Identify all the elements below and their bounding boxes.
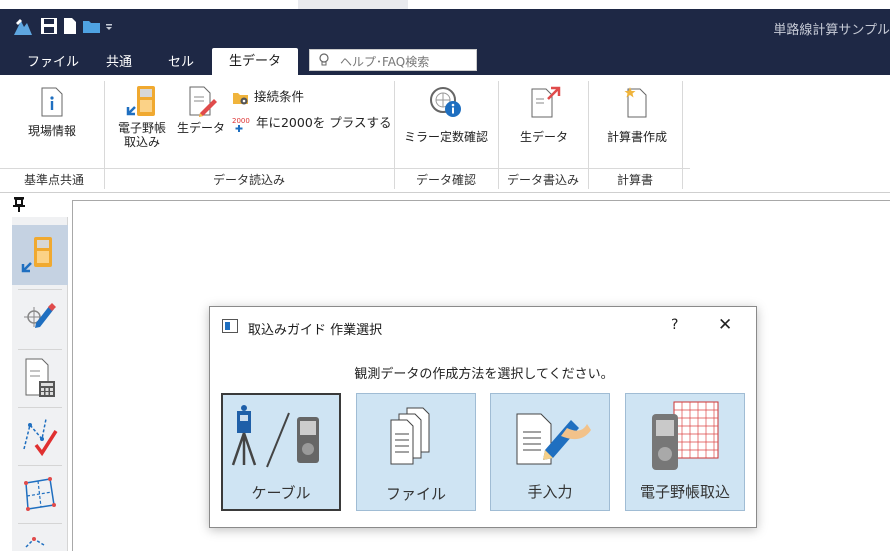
option-file-button[interactable]: ファイル — [356, 393, 476, 511]
open-folder-icon[interactable] — [82, 17, 102, 37]
dialog-message: 観測データの作成方法を選択してください。 — [354, 367, 614, 382]
mirror-constant-check-label: ミラー定数確認 — [403, 130, 488, 144]
dialog-title: 取込みガイド 作業選択 — [248, 323, 383, 338]
lightbulb-icon — [319, 53, 329, 66]
pin-icon[interactable] — [12, 196, 26, 212]
calculator-document-icon — [25, 358, 55, 397]
files-icon — [390, 407, 430, 465]
field-book-import-icon — [126, 86, 155, 116]
info-document-icon — [41, 87, 63, 117]
partial-tool-icon — [25, 537, 45, 548]
option-manual-input-button[interactable]: 手入力 — [490, 393, 610, 511]
title-bar: 単路線計算サンプル — [0, 9, 890, 45]
raw-data-write-label: 生データ — [519, 130, 568, 144]
ribbon: 現場情報 電子野帳 取込み 生データ 接続条件 2000 年に2000を プラス… — [0, 75, 890, 193]
year-plus-icon: 2000 — [232, 117, 250, 132]
tool-check-traverse[interactable] — [12, 409, 68, 469]
tool-separator — [18, 407, 62, 408]
export-document-icon — [531, 86, 561, 118]
create-report-label: 計算書作成 — [606, 130, 667, 144]
option-field-book-import-label: 電子野帳取込 — [639, 483, 730, 501]
field-book-import-button[interactable]: 電子野帳 取込み — [110, 85, 174, 149]
field-book-import-label-2: 取込み — [123, 135, 160, 149]
connection-settings-button[interactable]: 接続条件 — [232, 86, 304, 106]
menu-file[interactable]: ファイル — [27, 51, 79, 70]
target-pencil-icon — [24, 303, 56, 328]
menu-common[interactable]: 共通 — [106, 51, 132, 70]
customize-qa-icon[interactable] — [104, 17, 116, 37]
tool-grid-network[interactable] — [12, 467, 68, 527]
add-2000-label: 年に2000を プラスする — [255, 115, 392, 130]
tool-separator — [18, 349, 62, 350]
window-title: 単路線計算サンプル — [773, 23, 890, 38]
help-search-box[interactable]: ヘルプ･FAQ検索 — [309, 49, 477, 71]
field-book-import-icon — [21, 237, 52, 273]
option-cable-label: ケーブル — [251, 484, 311, 502]
tool-field-book-import[interactable] — [12, 225, 68, 285]
menu-raw-data-label: 生データ — [228, 54, 281, 69]
manual-input-icon — [516, 413, 591, 465]
field-book-import-label-1: 電子野帳 — [117, 121, 166, 135]
background-tab — [298, 0, 408, 9]
save-icon[interactable] — [40, 17, 60, 37]
grid-network-icon — [24, 477, 56, 511]
menu-raw-data[interactable]: 生データ — [212, 48, 298, 75]
option-file-label: ファイル — [385, 485, 446, 503]
dialog-close-button[interactable]: ✕ — [718, 315, 732, 335]
group-label-write: データ書込み — [506, 173, 579, 187]
raw-data-label: 生データ — [176, 121, 225, 135]
import-guide-dialog: 取込みガイド 作業選択 ? ✕ 観測データの作成方法を選択してください。 ケーブ… — [209, 306, 757, 528]
mirror-constant-check-button[interactable]: ミラー定数確認 — [397, 85, 495, 144]
menu-bar: ファイル 共通 セル 生データ ヘルプ･FAQ検索 — [0, 45, 890, 75]
dialog-app-icon — [222, 319, 238, 333]
cable-total-station-icon — [231, 405, 319, 468]
site-info-label: 現場情報 — [27, 124, 76, 138]
tool-separator — [18, 523, 62, 524]
tool-separator — [18, 289, 62, 290]
tool-separator — [18, 465, 62, 466]
raw-data-edit-icon — [189, 86, 217, 117]
svg-text:2000: 2000 — [232, 117, 250, 125]
site-info-button[interactable]: 現場情報 — [14, 87, 90, 138]
connection-settings-label: 接続条件 — [253, 89, 304, 104]
dialog-help-button[interactable]: ? — [671, 317, 678, 333]
group-label-base: 基準点共通 — [23, 173, 84, 187]
group-label-read: データ読込み — [212, 173, 285, 187]
group-separator — [682, 81, 683, 189]
option-field-book-import-button[interactable]: 電子野帳取込 — [625, 393, 745, 511]
raw-data-write-button[interactable]: 生データ — [506, 85, 582, 144]
app-logo-icon[interactable] — [12, 17, 32, 37]
field-book-grid-icon — [652, 401, 719, 470]
help-search-placeholder: ヘルプ･FAQ検索 — [340, 55, 430, 69]
new-file-icon[interactable] — [62, 17, 82, 37]
folder-gear-icon — [233, 92, 248, 104]
top-strip — [0, 0, 890, 9]
new-report-icon — [624, 87, 647, 118]
menu-cell[interactable]: セル — [168, 51, 194, 70]
tool-calculator-doc[interactable] — [12, 351, 68, 411]
group-label-check: データ確認 — [415, 173, 476, 187]
tool-target-edit[interactable] — [12, 291, 68, 351]
add-2000-button[interactable]: 2000 年に2000を プラスする — [232, 112, 392, 133]
raw-data-button[interactable]: 生データ — [174, 85, 228, 135]
tool-more[interactable] — [12, 527, 68, 551]
create-report-button[interactable]: 計算書作成 — [592, 85, 682, 144]
traverse-check-icon — [23, 418, 58, 457]
option-manual-input-label: 手入力 — [527, 483, 573, 501]
mirror-info-icon — [430, 87, 461, 117]
group-label-report: 計算書 — [616, 173, 653, 187]
option-cable-button[interactable]: ケーブル — [221, 393, 341, 511]
group-label-divider — [0, 168, 690, 169]
left-tool-panel — [0, 193, 72, 551]
